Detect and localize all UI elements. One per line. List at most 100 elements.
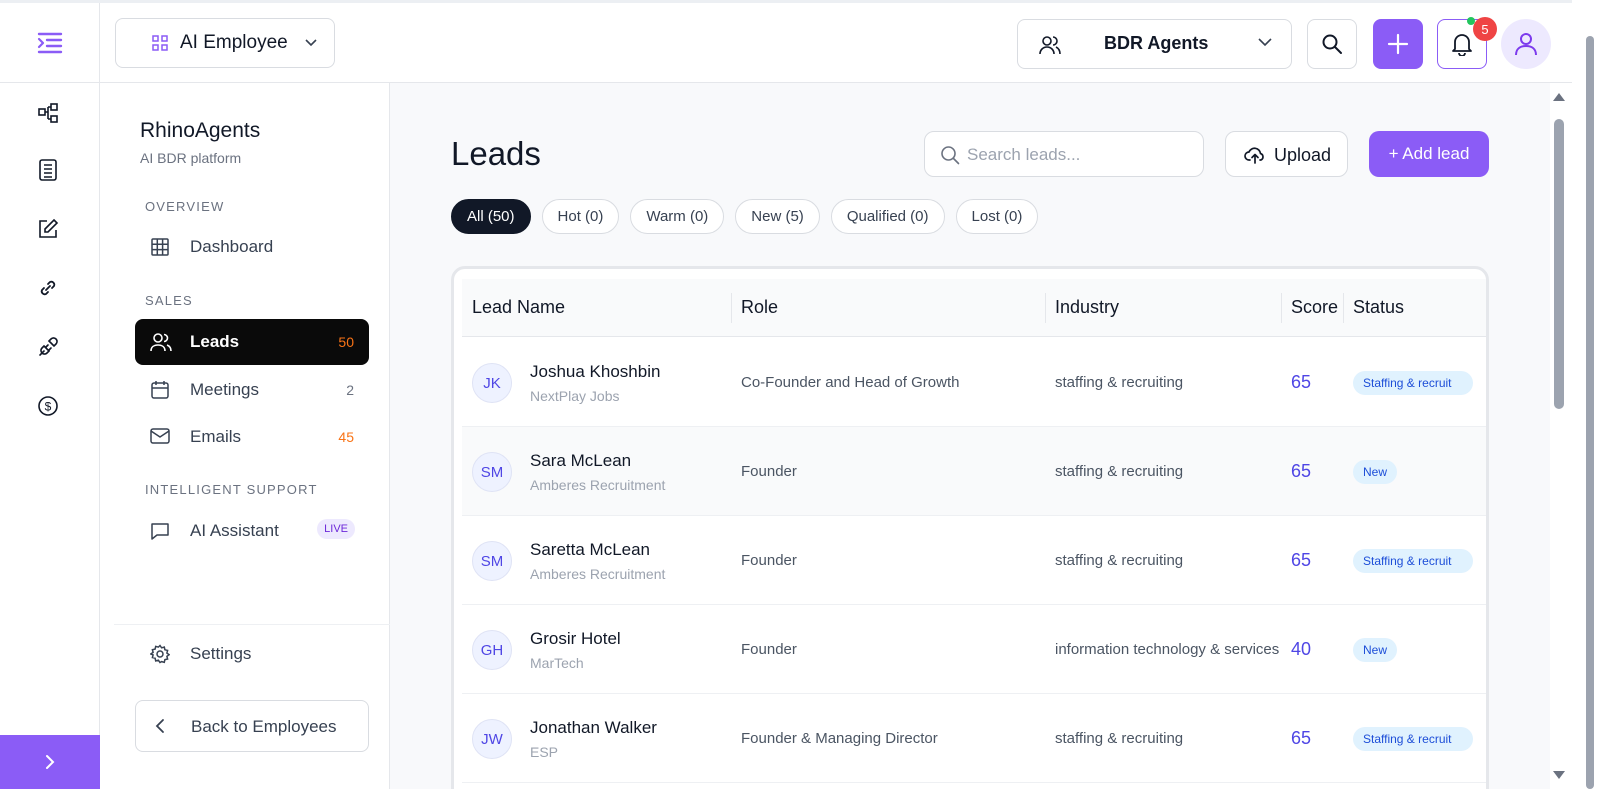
window-scroll-thumb[interactable] <box>1586 36 1594 789</box>
employee-select[interactable]: AI Employee <box>115 18 335 68</box>
scroll-down-arrow[interactable] <box>1553 771 1565 779</box>
user-avatar[interactable] <box>1501 19 1551 69</box>
column-divider <box>1343 293 1344 323</box>
table-row[interactable]: GH Grosir Hotel MarTech Founder informat… <box>462 605 1486 694</box>
filter-chip-lost[interactable]: Lost (0) <box>955 199 1039 234</box>
icon-rail: $ <box>0 83 100 789</box>
lead-score: 65 <box>1291 550 1312 570</box>
column-header-role[interactable]: Role <box>741 297 778 318</box>
status-badge: New <box>1353 460 1398 484</box>
main-content: Leads Upload + Add lead All (50) Hot (0)… <box>390 83 1550 789</box>
chat-icon <box>151 523 169 540</box>
lead-avatar: JK <box>472 363 512 403</box>
column-header-score[interactable]: Score <box>1291 297 1338 318</box>
back-to-employees-button[interactable]: Back to Employees <box>135 700 369 752</box>
search-button[interactable] <box>1307 19 1357 69</box>
table-row[interactable]: SM Saretta McLean Amberes Recruitment Fo… <box>462 516 1486 605</box>
meetings-count: 2 <box>346 382 354 398</box>
scroll-thumb[interactable] <box>1554 119 1564 409</box>
edit-icon <box>39 218 59 238</box>
section-intelligent-support: INTELLIGENT SUPPORT <box>145 482 318 497</box>
create-button[interactable] <box>1373 19 1423 69</box>
agent-select[interactable]: BDR Agents <box>1017 19 1292 69</box>
menu-toggle-button[interactable] <box>0 3 100 83</box>
filter-chip-warm[interactable]: Warm (0) <box>630 199 725 234</box>
chevron-left-icon <box>155 719 164 733</box>
lead-name[interactable]: Saretta McLean <box>530 540 650 560</box>
sidebar: RhinoAgents AI BDR platform OVERVIEW Das… <box>100 83 390 789</box>
rail-link-button[interactable] <box>36 276 60 300</box>
grid-icon <box>152 35 168 51</box>
table-row[interactable]: JK Joshua Khoshbin NextPlay Jobs Co-Foun… <box>462 338 1486 427</box>
lead-role: Founder & Managing Director <box>741 730 938 747</box>
lead-company: NextPlay Jobs <box>530 388 620 404</box>
page-title: Leads <box>451 135 541 172</box>
column-divider <box>1045 293 1046 323</box>
chevron-right-icon <box>46 755 55 769</box>
rail-edit-button[interactable] <box>36 217 60 241</box>
sidebar-item-label: AI Assistant <box>190 521 279 540</box>
lead-name[interactable]: Sara McLean <box>530 451 631 471</box>
upload-button[interactable]: Upload <box>1225 131 1348 177</box>
scroll-up-arrow[interactable] <box>1553 93 1565 101</box>
link-icon <box>40 280 56 296</box>
sidebar-item-label: Emails <box>190 427 242 446</box>
cloud-upload-icon <box>1244 147 1264 164</box>
users-icon <box>150 333 172 352</box>
lead-name[interactable]: Jonathan Walker <box>530 718 657 738</box>
lead-score: 65 <box>1291 372 1312 392</box>
sidebar-item-label: Meetings <box>190 380 259 399</box>
column-header-status[interactable]: Status <box>1353 297 1404 318</box>
section-overview: OVERVIEW <box>145 199 225 214</box>
agent-select-label: BDR Agents <box>1104 33 1209 53</box>
brand-name: RhinoAgents <box>140 119 261 142</box>
employee-select-label: AI Employee <box>180 32 288 53</box>
expand-rail-button[interactable] <box>0 735 100 789</box>
lead-industry: information technology & services <box>1055 641 1280 658</box>
brand-subtitle: AI BDR platform <box>140 150 242 166</box>
mail-icon <box>150 428 170 444</box>
lead-score: 65 <box>1291 728 1312 748</box>
svg-text:$: $ <box>45 400 52 414</box>
plus-icon <box>1387 33 1409 55</box>
calendar-icon <box>151 381 169 399</box>
sidebar-item-label: Settings <box>190 644 252 663</box>
workflow-icon <box>38 103 58 123</box>
filter-chip-hot[interactable]: Hot (0) <box>541 199 620 234</box>
table-row[interactable]: SM Sara McLean Amberes Recruitment Found… <box>462 427 1486 516</box>
sidebar-item-leads[interactable]: Leads 50 <box>135 319 369 365</box>
main-scrollbar[interactable] <box>1550 83 1572 789</box>
rail-billing-button[interactable]: $ <box>36 394 60 418</box>
lead-role: Founder <box>741 463 797 480</box>
column-header-lead-name[interactable]: Lead Name <box>472 297 565 318</box>
lead-avatar: JW <box>472 719 512 759</box>
lead-company: MarTech <box>530 655 584 671</box>
sidebar-item-ai-assistant[interactable]: AI Assistant LIVE <box>135 508 369 554</box>
filter-chip-qualified[interactable]: Qualified (0) <box>830 199 945 234</box>
lead-industry: staffing & recruiting <box>1055 463 1184 480</box>
section-sales: SALES <box>145 293 193 308</box>
gear-icon <box>150 644 170 664</box>
sidebar-item-emails[interactable]: Emails 45 <box>135 414 369 460</box>
upload-label: Upload <box>1274 145 1332 165</box>
table-row[interactable]: JW Jonathan Walker ESP Founder & Managin… <box>462 694 1486 783</box>
sidebar-item-dashboard[interactable]: Dashboard <box>135 224 369 270</box>
search-icon <box>1322 34 1342 54</box>
sidebar-item-meetings[interactable]: Meetings 2 <box>135 367 369 413</box>
filter-chip-new[interactable]: New (5) <box>735 199 820 234</box>
sidebar-item-settings[interactable]: Settings <box>135 631 369 677</box>
lead-score: 65 <box>1291 461 1312 481</box>
rail-workflow-button[interactable] <box>36 101 60 125</box>
add-lead-button[interactable]: + Add lead <box>1369 131 1489 177</box>
dashboard-grid-icon <box>151 238 169 256</box>
rail-integrations-button[interactable] <box>36 335 60 359</box>
sidebar-divider <box>114 624 390 625</box>
column-header-industry[interactable]: Industry <box>1055 297 1119 318</box>
document-list-icon <box>39 159 57 181</box>
lead-name[interactable]: Grosir Hotel <box>530 629 621 649</box>
filter-chip-all[interactable]: All (50) <box>451 199 531 234</box>
search-input[interactable] <box>967 142 1192 168</box>
lead-name[interactable]: Joshua Khoshbin <box>530 362 660 382</box>
rail-documents-button[interactable] <box>36 158 60 182</box>
top-bar: AI Employee BDR Agents 5 <box>0 0 1600 83</box>
